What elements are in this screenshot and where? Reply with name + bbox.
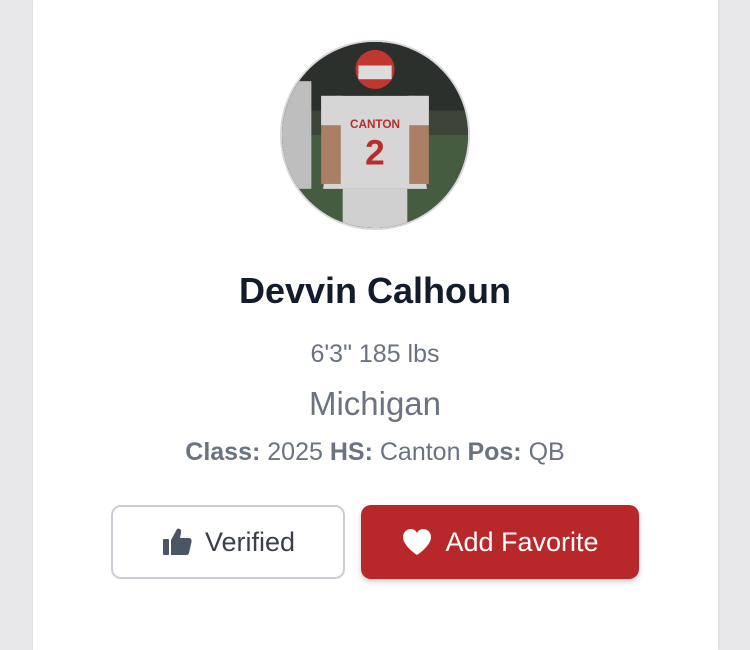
add-favorite-label: Add Favorite (445, 526, 599, 557)
player-details: Class: 2025 HS: Canton Pos: QB (0, 438, 750, 467)
verified-label: Verified (204, 526, 296, 557)
pos-value: QB (528, 438, 565, 466)
heart-icon (401, 527, 433, 557)
player-state: Michigan (308, 385, 442, 422)
height-weight: 6'3" 185 lbs (310, 340, 440, 368)
add-favorite-button[interactable]: Add Favorite (361, 505, 639, 579)
class-label: Class: (185, 438, 261, 466)
verified-button[interactable]: Verified (111, 505, 345, 579)
pos-label: Pos: (467, 438, 522, 466)
thumbs-up-icon (161, 526, 193, 558)
hs-label: HS: (329, 438, 373, 466)
player-photo: CANTON 2 (282, 42, 468, 228)
hs-value: Canton (379, 438, 461, 466)
class-value: 2025 (267, 438, 323, 466)
player-name: Devvin Calhoun (238, 270, 512, 311)
player-avatar: CANTON 2 (280, 40, 470, 230)
